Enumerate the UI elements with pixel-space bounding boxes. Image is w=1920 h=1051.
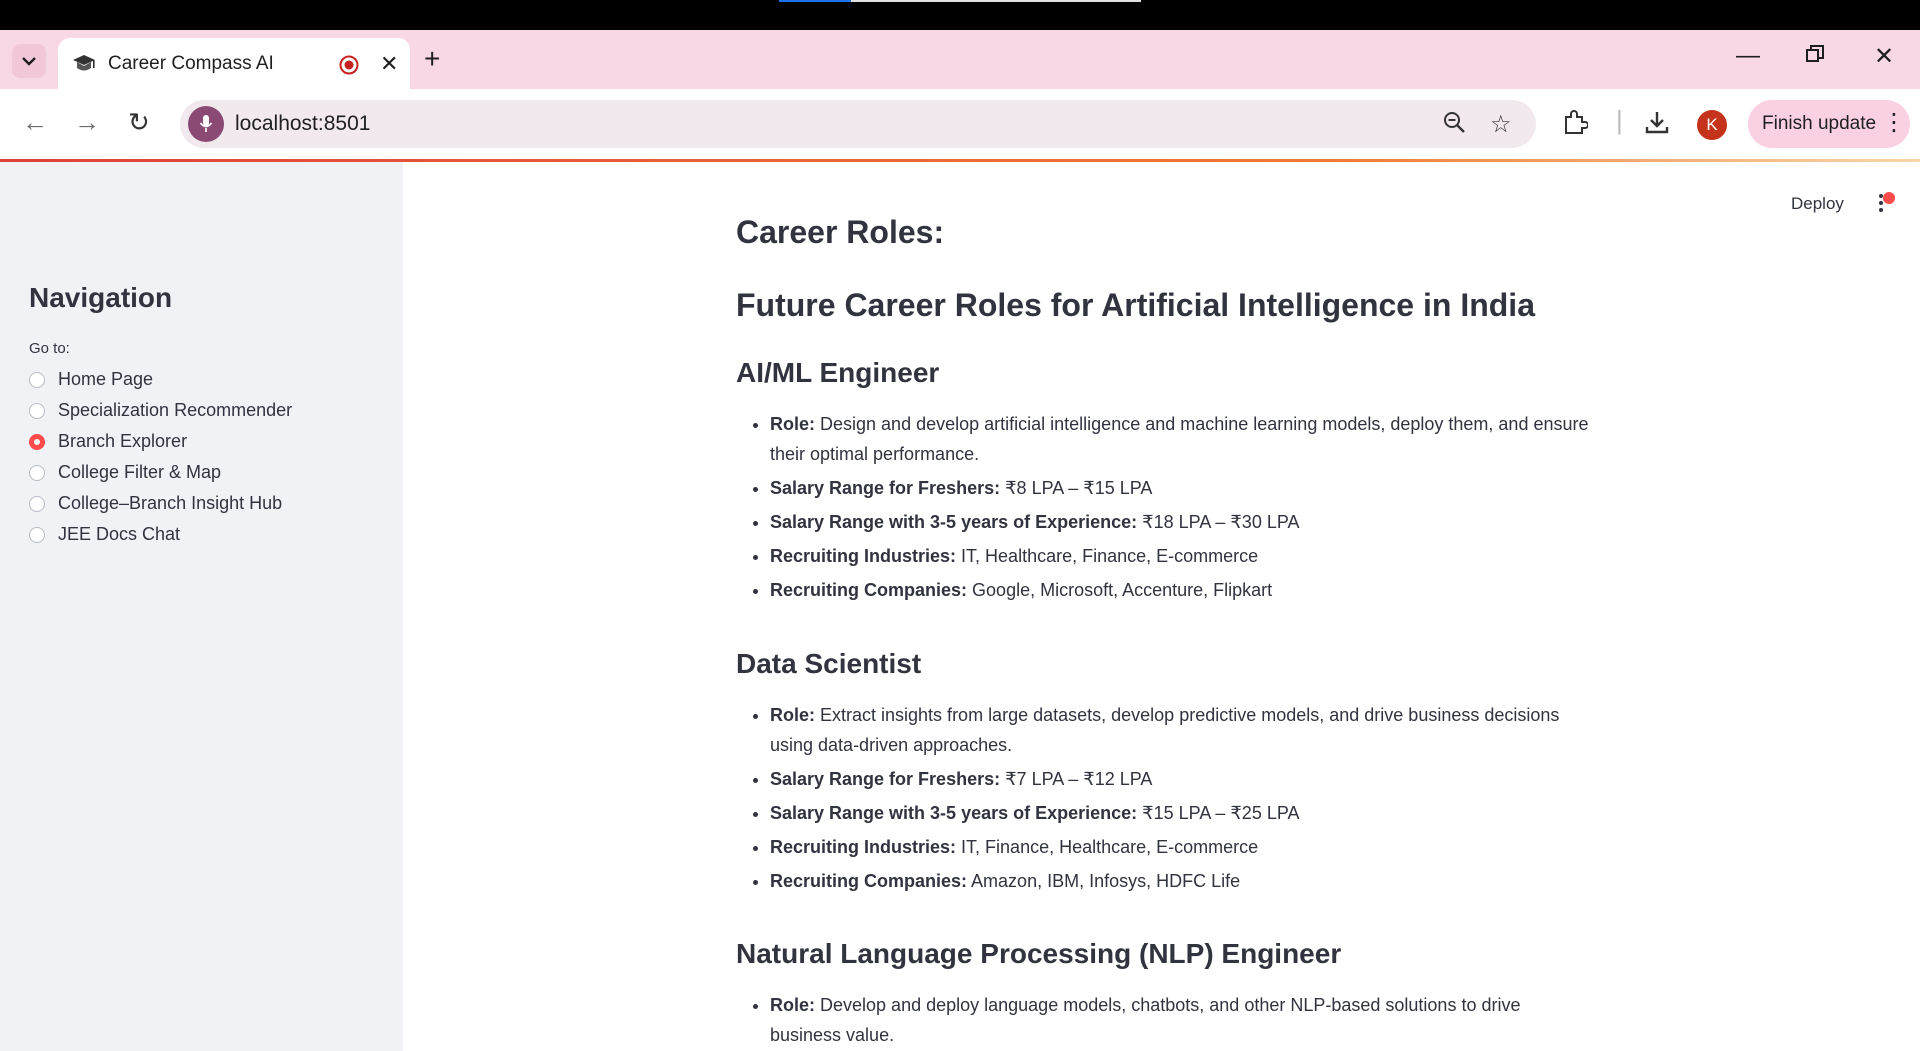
career-title: AI/ML Engineer — [736, 357, 940, 388]
navigation-radio-group: Home Page Specialization Recommender Bra… — [29, 364, 292, 550]
download-icon[interactable] — [1644, 109, 1670, 142]
career-details-list: Role: Develop and deploy language models… — [736, 990, 1596, 1050]
radio-label: Home Page — [58, 369, 154, 389]
item-label: Recruiting Companies: — [770, 871, 968, 891]
forward-arrow-icon[interactable]: → — [74, 107, 100, 138]
section-heading-partial: Career Roles: — [736, 214, 945, 250]
list-item: Role: Design and develop artificial inte… — [770, 409, 1596, 469]
radio-option[interactable]: Home Page — [29, 364, 292, 395]
career-section: Natural Language Processing (NLP) Engine… — [736, 938, 1596, 1051]
item-text: Google, Microsoft, Accenture, Flipkart — [972, 580, 1273, 600]
screen-share-indicator — [779, 0, 851, 2]
item-text: ₹7 LPA – ₹12 LPA — [1005, 769, 1153, 789]
goto-label: Go to: — [29, 340, 70, 357]
radio-label: College Filter & Map — [58, 462, 222, 482]
item-label: Salary Range for Freshers: — [770, 769, 1001, 789]
radio-button[interactable] — [29, 526, 45, 543]
radio-label: Specialization Recommender — [58, 400, 293, 420]
browser-toolbar: ← → ↻ localhost:8501 ☆ | K Finish update… — [0, 89, 1920, 159]
bookmark-star-icon[interactable]: ☆ — [1490, 110, 1512, 139]
tab-search-chevron-icon[interactable] — [12, 44, 46, 78]
radio-option[interactable]: College–Branch Insight Hub — [29, 488, 292, 519]
screen-share-indicator-track — [851, 0, 1141, 2]
finish-update-label: Finish update — [1762, 113, 1877, 134]
item-label: Salary Range for Freshers: — [770, 478, 1001, 498]
career-section: Data Scientist Role: Extract insights fr… — [736, 648, 1596, 900]
graduation-cap-icon — [73, 55, 95, 71]
item-text: Amazon, IBM, Infosys, HDFC Life — [971, 871, 1241, 891]
radio-button[interactable] — [29, 402, 45, 419]
toolbar-divider: | — [1616, 105, 1623, 135]
career-details-list: Role: Extract insights from large datase… — [736, 700, 1596, 896]
list-item: Recruiting Industries: IT, Finance, Heal… — [770, 832, 1596, 862]
list-item: Role: Extract insights from large datase… — [770, 700, 1596, 760]
minimize-icon[interactable]: — — [1736, 42, 1760, 70]
item-label: Recruiting Industries: — [770, 546, 957, 566]
radio-button[interactable] — [29, 464, 45, 481]
radio-option[interactable]: College Filter & Map — [29, 457, 292, 488]
deploy-button[interactable]: Deploy — [1791, 194, 1844, 214]
finish-update-button[interactable]: Finish update ⋮ — [1748, 100, 1910, 148]
item-text: ₹18 LPA – ₹30 LPA — [1142, 512, 1300, 532]
microphone-icon[interactable] — [188, 106, 224, 142]
main-menu-icon[interactable] — [1871, 190, 1897, 216]
list-item: Role: Develop and deploy language models… — [770, 990, 1596, 1050]
address-bar[interactable]: localhost:8501 ☆ — [180, 100, 1536, 148]
item-text: ₹8 LPA – ₹15 LPA — [1005, 478, 1153, 498]
item-text: Extract insights from large datasets, de… — [770, 705, 1560, 755]
radio-button-selected[interactable] — [29, 433, 45, 450]
career-section: AI/ML Engineer Role: Design and develop … — [736, 357, 1596, 609]
item-label: Role: — [770, 414, 815, 434]
tab-close-icon[interactable]: ✕ — [380, 51, 398, 77]
reload-icon[interactable]: ↻ — [128, 107, 150, 138]
recording-icon — [339, 55, 359, 75]
radio-button[interactable] — [29, 495, 45, 512]
item-label: Recruiting Industries: — [770, 837, 957, 857]
career-title: Natural Language Processing (NLP) Engine… — [736, 938, 1342, 969]
radio-label: Branch Explorer — [58, 431, 188, 451]
restore-icon[interactable] — [1806, 42, 1824, 70]
url-text: localhost:8501 — [235, 112, 371, 135]
radio-option[interactable]: JEE Docs Chat — [29, 519, 292, 550]
list-item: Salary Range for Freshers: ₹7 LPA – ₹12 … — [770, 764, 1596, 794]
extensions-puzzle-icon[interactable] — [1562, 109, 1589, 142]
browser-tab-active[interactable]: Career Compass AI ✕ — [58, 38, 410, 89]
item-label: Salary Range with 3-5 years of Experienc… — [770, 512, 1138, 532]
list-item: Recruiting Companies: Amazon, IBM, Infos… — [770, 866, 1596, 896]
radio-option[interactable]: Specialization Recommender — [29, 395, 292, 426]
page-title: Future Career Roles for Artificial Intel… — [736, 287, 1535, 323]
career-details-list: Role: Design and develop artificial inte… — [736, 409, 1596, 605]
item-text: IT, Healthcare, Finance, E-commerce — [961, 546, 1259, 566]
tab-title: Career Compass AI — [108, 53, 274, 74]
item-label: Recruiting Companies: — [770, 580, 968, 600]
zoom-icon[interactable] — [1442, 110, 1466, 141]
profile-avatar[interactable]: K — [1697, 110, 1727, 140]
list-item: Salary Range with 3-5 years of Experienc… — [770, 507, 1596, 537]
item-text: Design and develop artificial intelligen… — [770, 414, 1589, 464]
sidebar-title: Navigation — [29, 282, 173, 313]
list-item: Recruiting Industries: IT, Healthcare, F… — [770, 541, 1596, 571]
radio-label: College–Branch Insight Hub — [58, 493, 283, 513]
radio-label: JEE Docs Chat — [58, 524, 181, 544]
list-item: Salary Range for Freshers: ₹8 LPA – ₹15 … — [770, 473, 1596, 503]
item-text: ₹15 LPA – ₹25 LPA — [1142, 803, 1300, 823]
sidebar: Navigation Go to: Home Page Specializati… — [0, 162, 403, 1051]
item-text: IT, Finance, Healthcare, E-commerce — [961, 837, 1259, 857]
list-item: Recruiting Companies: Google, Microsoft,… — [770, 575, 1596, 605]
back-arrow-icon[interactable]: ← — [22, 107, 48, 138]
window-close-icon[interactable]: ✕ — [1874, 42, 1894, 71]
screen-top-strip — [0, 0, 1920, 30]
browser-tab-strip: Career Compass AI ✕ + — ✕ — [0, 30, 1920, 89]
main-content: Deploy Career Roles: Future Career Roles… — [403, 162, 1920, 1051]
new-tab-plus-icon[interactable]: + — [424, 44, 440, 74]
item-label: Salary Range with 3-5 years of Experienc… — [770, 803, 1138, 823]
item-text: Develop and deploy language models, chat… — [770, 995, 1521, 1045]
more-vertical-icon[interactable]: ⋮ — [1882, 108, 1906, 137]
career-title: Data Scientist — [736, 648, 922, 679]
item-label: Role: — [770, 995, 815, 1015]
item-label: Role: — [770, 705, 815, 725]
list-item: Salary Range with 3-5 years of Experienc… — [770, 798, 1596, 828]
radio-button[interactable] — [29, 371, 45, 388]
radio-option-selected[interactable]: Branch Explorer — [29, 426, 292, 457]
